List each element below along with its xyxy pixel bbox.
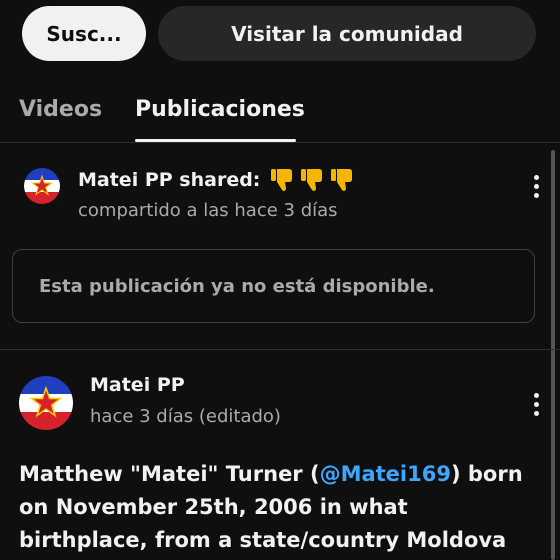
post-body: Matthew "Matei" Turner (@Matei169) born … [19,458,544,557]
scrollbar[interactable] [551,150,555,560]
visit-community-button[interactable]: Visitar la comunidad [158,6,536,61]
post-shared-title: Matei PP shared: [78,169,261,191]
reaction-emojis [268,166,356,194]
mention-link[interactable]: @Matei169 [320,462,451,486]
post-body-line: on November 25th, 2006 in what [19,495,408,519]
thumbs-down-icon [328,166,356,194]
unavailable-post-notice: Esta publicación ya no está disponible. [12,249,535,323]
community-posts-screen: Susc... Visitar la comunidad Videos Publ… [0,0,560,560]
unavailable-text: Esta publicación ya no está disponible. [39,275,435,297]
post-body-line: birthplace, from a state/country Moldova [19,528,507,552]
thumbs-down-icon [268,166,296,194]
tab-posts[interactable]: Publicaciones [135,92,305,126]
subscribe-button[interactable]: Susc... [22,6,146,61]
avatar[interactable] [19,376,73,430]
more-options-icon[interactable] [526,172,546,200]
more-options-icon[interactable] [526,390,546,418]
post-body-line: Matthew "Matei" Turner (@Matei169) born [19,458,544,491]
post-body-text: Matthew "Matei" Turner ( [19,462,320,486]
avatar[interactable] [24,168,60,204]
post-timestamp: hace 3 días (editado) [90,406,281,427]
tab-videos[interactable]: Videos [19,92,102,126]
flag-avatar-icon [19,376,73,430]
tabs-divider [0,142,560,143]
post-divider [0,349,560,350]
post-body-text: ) born [450,462,523,486]
flag-avatar-icon [24,168,60,204]
post-author-name[interactable]: Matei PP [90,374,185,396]
post-timestamp: compartido a las hace 3 días [78,200,338,221]
post-shared-header: Matei PP shared: [78,166,356,194]
thumbs-down-icon [298,166,326,194]
